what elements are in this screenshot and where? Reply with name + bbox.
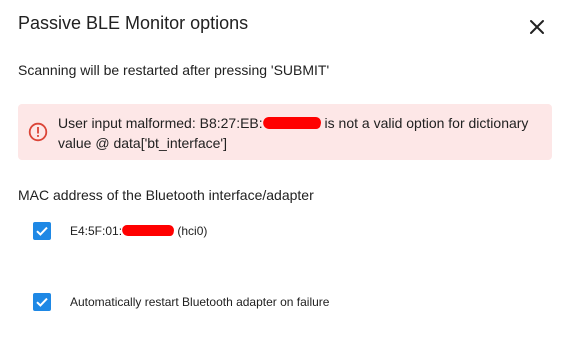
checkmark-icon bbox=[36, 226, 48, 236]
bt-option-suffix: (hci0) bbox=[174, 224, 208, 238]
dialog-title: Passive BLE Monitor options bbox=[18, 13, 249, 33]
redaction-mark bbox=[121, 225, 176, 236]
bt-option-prefix: E4:5F:01: bbox=[70, 224, 123, 238]
error-circle-icon bbox=[28, 122, 48, 142]
checkmark-icon bbox=[36, 297, 48, 307]
error-alert: User input malformed: B8:27:EB: is not a… bbox=[18, 104, 552, 160]
auto-restart-label: Automatically restart Bluetooth adapter … bbox=[70, 295, 330, 309]
dialog-description: Scanning will be restarted after pressin… bbox=[18, 62, 330, 78]
bt-interface-option[interactable]: E4:5F:01: (hci0) bbox=[33, 222, 207, 240]
auto-restart-checkbox[interactable] bbox=[33, 293, 51, 311]
bt-interface-checkbox[interactable] bbox=[33, 222, 51, 240]
close-button[interactable] bbox=[522, 12, 552, 42]
auto-restart-option[interactable]: Automatically restart Bluetooth adapter … bbox=[33, 293, 329, 311]
options-dialog: Passive BLE Monitor options Scanning wil… bbox=[0, 0, 567, 342]
bt-interface-label: MAC address of the Bluetooth interface/a… bbox=[18, 187, 314, 203]
close-icon bbox=[530, 20, 544, 34]
error-message: User input malformed: B8:27:EB: is not a… bbox=[58, 113, 538, 153]
error-text-before: User input malformed: B8:27:EB: bbox=[58, 115, 263, 131]
redaction-mark bbox=[261, 117, 322, 129]
bt-interface-option-label: E4:5F:01: (hci0) bbox=[70, 224, 207, 238]
